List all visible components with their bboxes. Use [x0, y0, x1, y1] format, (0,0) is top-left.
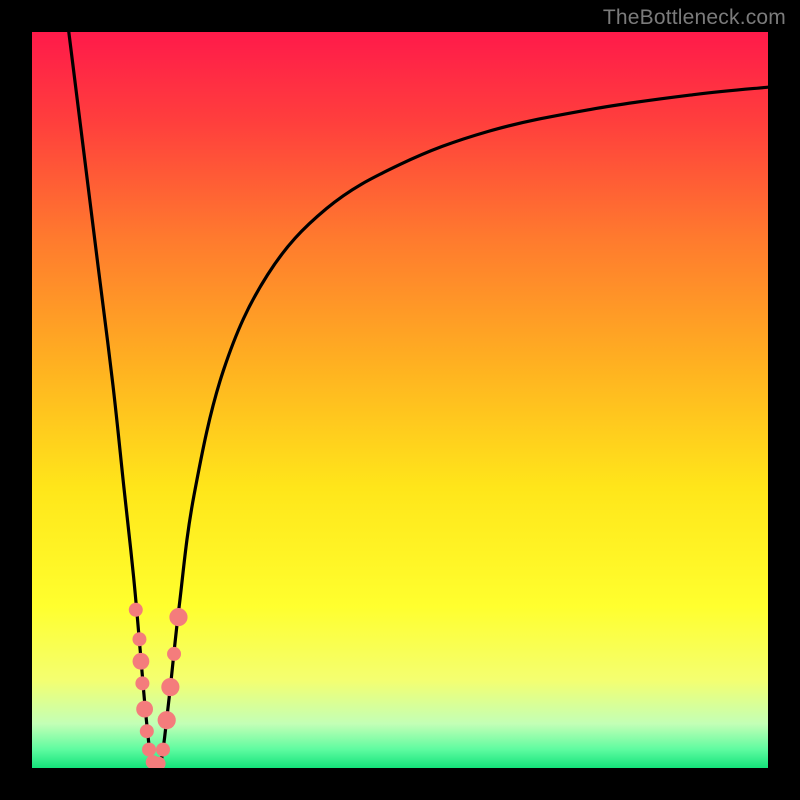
data-marker — [136, 701, 153, 718]
data-marker — [156, 743, 170, 757]
data-marker — [129, 603, 143, 617]
data-marker — [132, 632, 146, 646]
data-marker — [161, 678, 179, 696]
chart-frame: TheBottleneck.com — [0, 0, 800, 800]
data-marker — [167, 647, 181, 661]
bottleneck-chart — [32, 32, 768, 768]
data-marker — [158, 711, 176, 729]
data-marker — [169, 608, 187, 626]
data-marker — [135, 676, 149, 690]
data-marker — [142, 743, 156, 757]
data-marker — [133, 653, 150, 670]
watermark-text: TheBottleneck.com — [603, 6, 786, 30]
data-marker — [140, 724, 154, 738]
